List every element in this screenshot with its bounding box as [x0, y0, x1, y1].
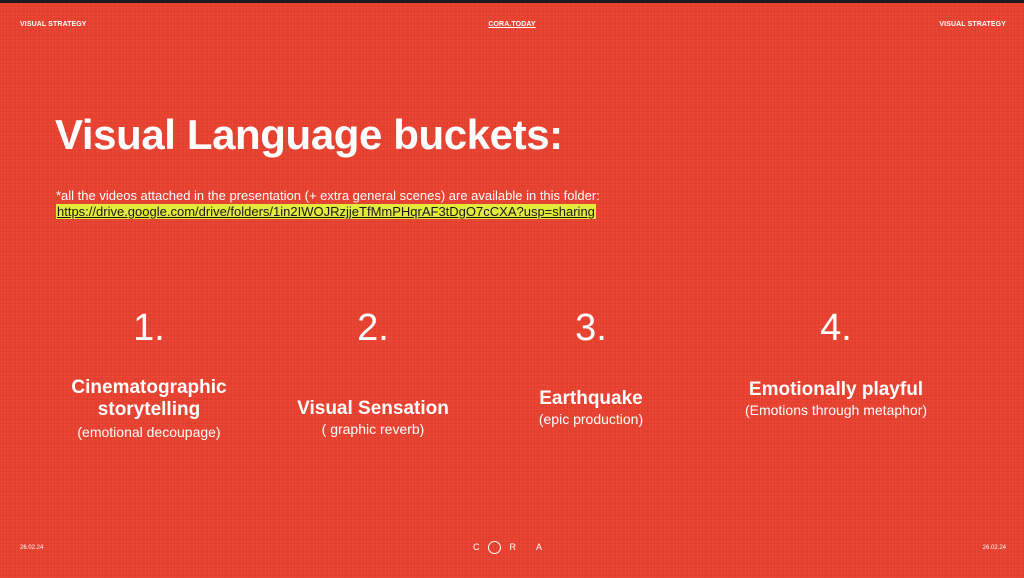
bucket-number: 4.: [820, 307, 852, 349]
bucket-label: Cinematographic storytelling: [44, 377, 254, 421]
bucket-label: Visual Sensation: [297, 398, 449, 419]
bucket-4: 4. Emotionally playful (Emotions through…: [706, 3, 966, 578]
bucket-1: 1. Cinematographic storytelling (emotion…: [44, 3, 254, 578]
bucket-subtitle: (epic production): [538, 411, 644, 427]
bucket-label-line1: Cinematographic: [71, 377, 227, 398]
bucket-number: 2.: [357, 307, 389, 349]
bucket-2: 2. Visual Sensation ( graphic reverb): [268, 3, 478, 578]
bucket-subtitle: ( graphic reverb): [321, 421, 425, 437]
footer-date-right: 26.02.24: [982, 545, 1006, 551]
bucket-label: Earthquake: [539, 388, 643, 409]
logo-letter-c: C: [472, 541, 489, 552]
logo-letters-ra: R A: [509, 541, 551, 552]
bucket-label: Emotionally playful: [748, 379, 924, 400]
bucket-label-line2: storytelling: [97, 399, 201, 420]
bucket-number: 1.: [133, 307, 165, 349]
bucket-number: 3.: [575, 307, 607, 349]
bucket-3: 3. Earthquake (epic production): [486, 3, 696, 578]
bucket-subtitle: (emotional decoupage): [77, 424, 221, 440]
bucket-subtitle: (Emotions through metaphor): [744, 402, 928, 418]
cora-logo: CR A: [0, 541, 1024, 554]
logo-circle-icon: [488, 541, 502, 554]
slide: VISUAL STRATEGY CORA.TODAY VISUAL STRATE…: [0, 3, 1024, 578]
